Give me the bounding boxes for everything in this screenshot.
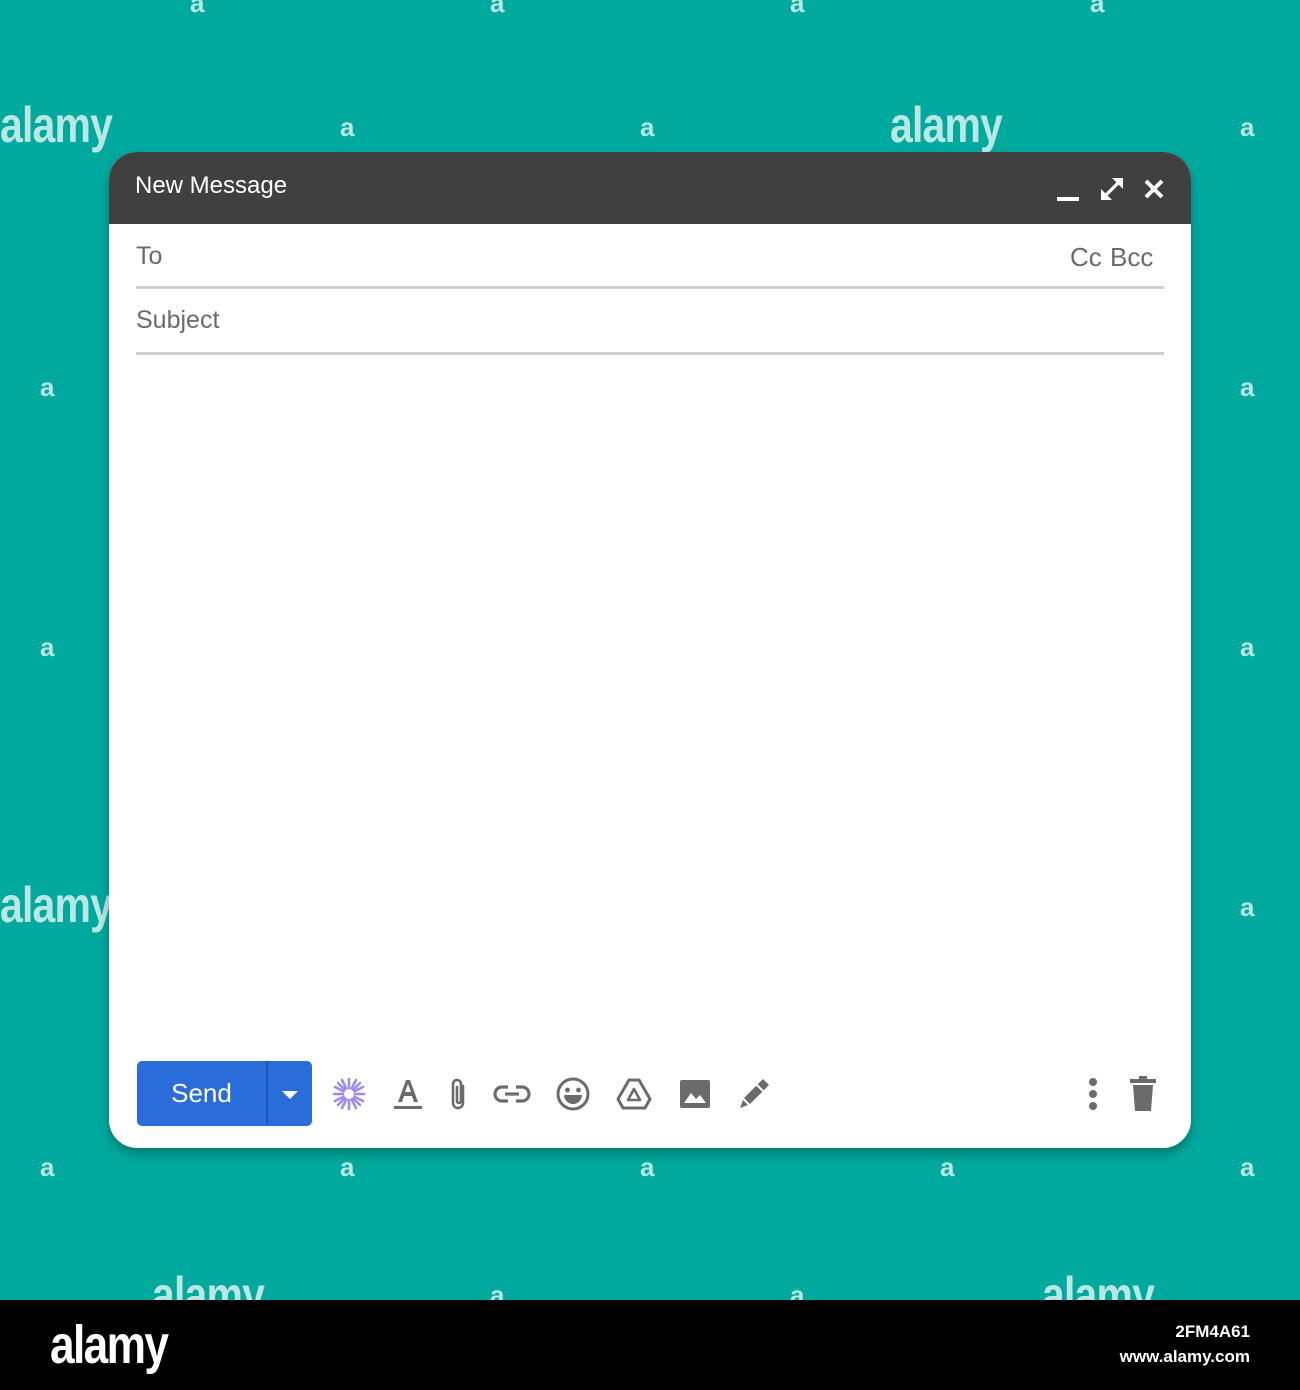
send-button[interactable]: Send xyxy=(137,1061,266,1126)
watermark-url: www.alamy.com xyxy=(1119,1347,1250,1366)
watermark-letter: a xyxy=(640,112,655,142)
watermark-text: alamy xyxy=(0,877,113,933)
expand-button[interactable] xyxy=(1097,174,1127,204)
photo-icon xyxy=(676,1075,714,1113)
window-title: New Message xyxy=(135,172,288,199)
watermark-letter: a xyxy=(490,1280,505,1300)
link-button[interactable] xyxy=(493,1075,531,1113)
watermark-text: alamy xyxy=(0,97,113,153)
photo-button[interactable] xyxy=(676,1075,714,1113)
signature-button[interactable] xyxy=(735,1075,773,1113)
to-input[interactable] xyxy=(176,234,1060,276)
watermark-letter: a xyxy=(490,0,505,18)
watermark-letter: a xyxy=(790,0,805,18)
more-options-icon xyxy=(1074,1075,1112,1113)
subject-field: Subject xyxy=(136,292,1164,355)
drive-button[interactable] xyxy=(615,1075,653,1113)
watermark-letter: a xyxy=(1240,112,1255,142)
watermark-letter: a xyxy=(340,112,355,142)
close-button[interactable] xyxy=(1139,174,1169,204)
watermark-letter: a xyxy=(190,0,205,18)
ai-sparkle-icon xyxy=(330,1075,368,1113)
formatting-button[interactable] xyxy=(389,1075,427,1113)
discard-button[interactable] xyxy=(1124,1075,1162,1113)
watermark-text: alamy xyxy=(152,1267,265,1300)
watermark-footer: alamy 2FM4A61 www.alamy.com xyxy=(0,1300,1300,1390)
to-label: To xyxy=(136,242,163,270)
link-icon xyxy=(493,1075,531,1113)
formatting-icon xyxy=(389,1075,427,1113)
expand-icon xyxy=(1097,174,1127,204)
watermark-letter: a xyxy=(340,1152,355,1182)
attach-button[interactable] xyxy=(441,1075,479,1113)
image-id: 2FM4A61 xyxy=(1175,1322,1250,1341)
watermark-letter: a xyxy=(790,1280,805,1300)
watermark-letter: a xyxy=(1240,632,1255,662)
send-options-button[interactable] xyxy=(268,1061,312,1126)
watermark-letter: a xyxy=(1090,0,1105,18)
cc-link[interactable]: Cc xyxy=(1070,242,1102,273)
watermark-text: alamy xyxy=(1042,1267,1155,1300)
subject-input[interactable] xyxy=(236,300,1160,342)
watermark-letter: a xyxy=(40,372,55,402)
compose-titlebar[interactable]: New Message xyxy=(109,152,1191,224)
watermark-text: alamy xyxy=(890,97,1003,153)
more-options-button[interactable] xyxy=(1074,1075,1112,1113)
watermark-letter: a xyxy=(640,1152,655,1182)
emoji-button[interactable] xyxy=(554,1075,592,1113)
watermark-letter: a xyxy=(40,632,55,662)
attach-icon xyxy=(441,1075,479,1113)
watermark-letter: a xyxy=(1240,1152,1255,1182)
emoji-icon xyxy=(554,1075,592,1113)
close-icon xyxy=(1139,174,1169,204)
ai-sparkle-button[interactable] xyxy=(330,1075,368,1113)
minimize-button[interactable] xyxy=(1053,174,1083,204)
compose-window: New Message To Cc Bcc Subject Send xyxy=(109,152,1191,1148)
signature-icon xyxy=(735,1075,773,1113)
minimize-icon xyxy=(1053,174,1083,204)
watermark-letter: a xyxy=(940,1152,955,1182)
send-options-icon xyxy=(268,1091,312,1126)
watermark-logo: alamy xyxy=(50,1315,169,1375)
watermark-letter: a xyxy=(40,1152,55,1182)
watermark-letter: a xyxy=(1240,372,1255,402)
send-button-group: Send xyxy=(137,1061,312,1126)
watermark-letter: a xyxy=(1240,892,1255,922)
subject-label: Subject xyxy=(136,306,220,334)
drive-icon xyxy=(615,1075,653,1113)
message-body[interactable] xyxy=(136,364,1168,1048)
discard-icon xyxy=(1124,1075,1162,1113)
bcc-link[interactable]: Bcc xyxy=(1110,242,1153,273)
to-field: To Cc Bcc xyxy=(136,226,1164,289)
